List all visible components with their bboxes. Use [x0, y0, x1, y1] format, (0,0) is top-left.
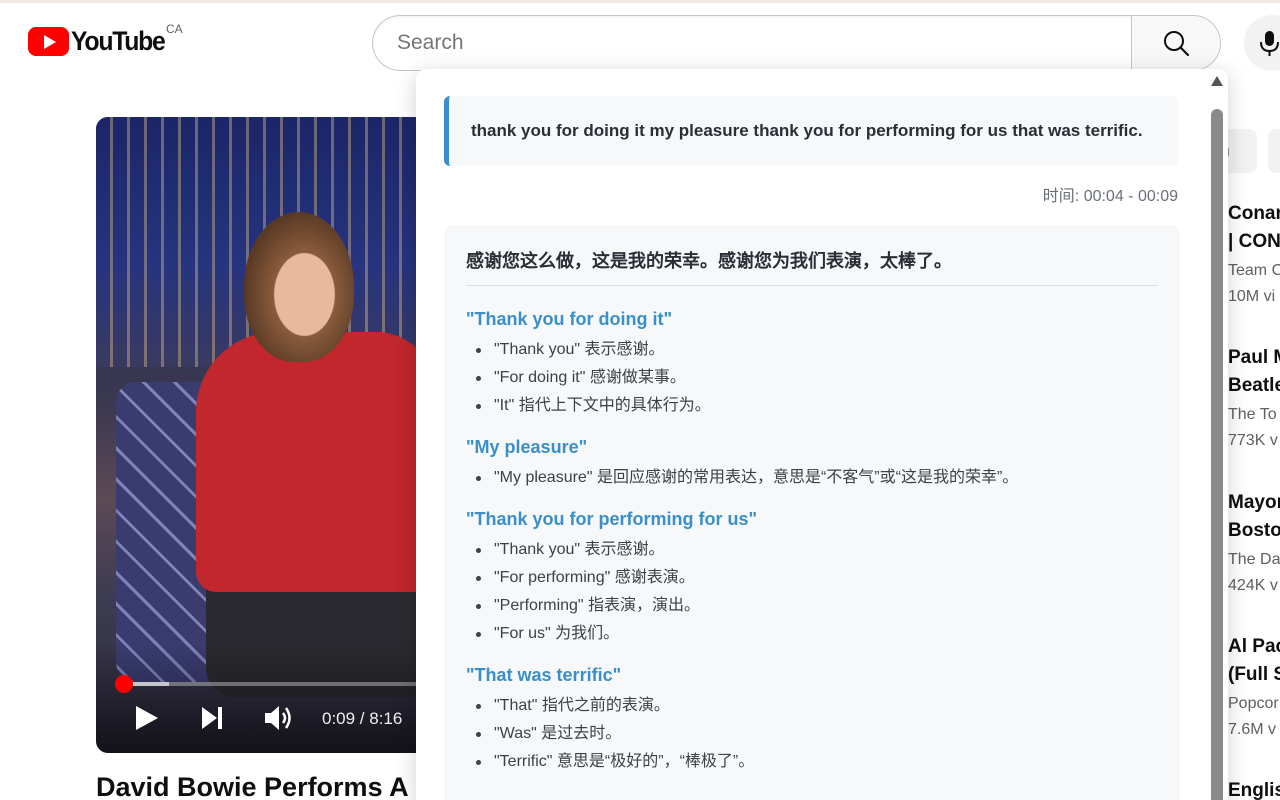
- phrase-note: "My pleasure" 是回应感谢的常用表达，意思是“不客气”或“这是我的荣…: [476, 464, 1158, 492]
- phrase-block: "That was terrific" "That" 指代之前的表演。 "Was" …: [466, 664, 1158, 776]
- phrase-heading: "Thank you for performing for us": [466, 509, 758, 529]
- phrase-heading: "Thank you for doing it": [466, 309, 673, 329]
- phrase-note: "Thank you" 表示感谢。: [476, 536, 1158, 564]
- phrase-list: "Thank you for doing it" "Thank you" 表示感谢…: [466, 308, 1158, 776]
- recommendation-item[interactable]: Al Pac (Full S Popcor 7.6M v: [1228, 633, 1280, 743]
- phrase-note: "That" 指代之前的表演。: [476, 692, 1158, 720]
- microphone-icon: [1260, 31, 1279, 56]
- popup-scrollbar[interactable]: [1210, 76, 1224, 800]
- volume-icon: [265, 706, 291, 730]
- phrase-note: "Performing" 指表演，演出。: [476, 592, 1158, 620]
- region-code: CA: [166, 22, 183, 36]
- voice-search-button[interactable]: [1244, 15, 1280, 71]
- phrase-heading: "That was terrific": [466, 665, 622, 685]
- subtitle-analysis-popup[interactable]: thank you for doing it my pleasure thank…: [416, 69, 1228, 800]
- phrase-note: "Was" 是过去时。: [476, 720, 1158, 748]
- volume-button[interactable]: [262, 703, 294, 733]
- analysis-panel: 感谢您这么做，这是我的荣幸。感谢您为我们表演，太棒了。 "Thank you f…: [444, 225, 1180, 800]
- search-button[interactable]: [1131, 15, 1221, 71]
- video-frame-head: [244, 212, 354, 362]
- transcript-quote: thank you for doing it my pleasure thank…: [444, 96, 1178, 166]
- recommendation-item[interactable]: Englis: [1228, 777, 1280, 800]
- progress-scrubber[interactable]: [114, 675, 133, 693]
- phrase-note: "For doing it" 感谢做某事。: [476, 364, 1158, 392]
- progress-bar[interactable]: [114, 675, 436, 693]
- phrase-note: "For us" 为我们。: [476, 620, 1158, 648]
- logo-text: YouTube: [71, 26, 166, 56]
- search-box[interactable]: [372, 15, 1132, 71]
- video-player[interactable]: 0:09 / 8:16: [96, 117, 436, 753]
- next-button[interactable]: [198, 703, 226, 733]
- timecode: 时间: 00:04 - 00:09: [1042, 188, 1178, 205]
- recommendation-item[interactable]: Conar | CON. Team C 10M vi: [1228, 200, 1280, 310]
- phrase-heading: "My pleasure": [466, 437, 588, 457]
- next-icon: [202, 707, 222, 729]
- recommendation-item[interactable]: Paul M Beatle The To 773K v: [1228, 344, 1280, 454]
- phrase-note: "It" 指代上下文中的具体行为。: [476, 392, 1158, 420]
- phrase-block: "Thank you for doing it" "Thank you" 表示感谢…: [466, 308, 1158, 420]
- phrase-notes: "Thank you" 表示感谢。 "For performing" 感谢表演。 "…: [466, 536, 1158, 648]
- time-display: 0:09 / 8:16: [322, 709, 403, 728]
- top-border: [0, 0, 1280, 3]
- phrase-notes: "That" 指代之前的表演。 "Was" 是过去时。 "Terrific" 意思是…: [466, 692, 1158, 776]
- search-icon: [1164, 31, 1190, 57]
- phrase-note: "For performing" 感谢表演。: [476, 564, 1158, 592]
- search-input[interactable]: [397, 31, 1132, 55]
- phrase-block: "My pleasure" "My pleasure" 是回应感谢的常用表达，意思…: [466, 436, 1158, 492]
- phrase-note: "Terrific" 意思是“极好的”，“棒极了”。: [476, 748, 1158, 776]
- youtube-play-logo-icon: [28, 27, 69, 56]
- recommendation-item[interactable]: Mayor Bosto The Da 424K v: [1228, 489, 1280, 599]
- youtube-logo[interactable]: YouTube: [28, 26, 173, 57]
- scroll-thumb[interactable]: [1211, 109, 1223, 800]
- transcript-text: thank you for doing it my pleasure thank…: [471, 121, 1143, 140]
- filter-chip-2[interactable]: [1268, 129, 1280, 173]
- scroll-up-arrow-icon[interactable]: [1211, 76, 1223, 86]
- controls-gradient: [96, 643, 436, 753]
- video-frame-person: [196, 332, 436, 592]
- play-button[interactable]: [132, 703, 160, 733]
- phrase-note: "Thank you" 表示感谢。: [476, 336, 1158, 364]
- phrase-notes: "My pleasure" 是回应感谢的常用表达，意思是“不客气”或“这是我的荣…: [466, 464, 1158, 492]
- phrase-block: "Thank you for performing for us" "Thank …: [466, 508, 1158, 648]
- play-icon: [136, 706, 158, 730]
- phrase-notes: "Thank you" 表示感谢。 "For doing it" 感谢做某事。 "I…: [466, 336, 1158, 420]
- video-title: David Bowie Performs A S: [96, 772, 426, 800]
- translation-text: 感谢您这么做，这是我的荣幸。感谢您为我们表演，太棒了。: [466, 247, 1158, 286]
